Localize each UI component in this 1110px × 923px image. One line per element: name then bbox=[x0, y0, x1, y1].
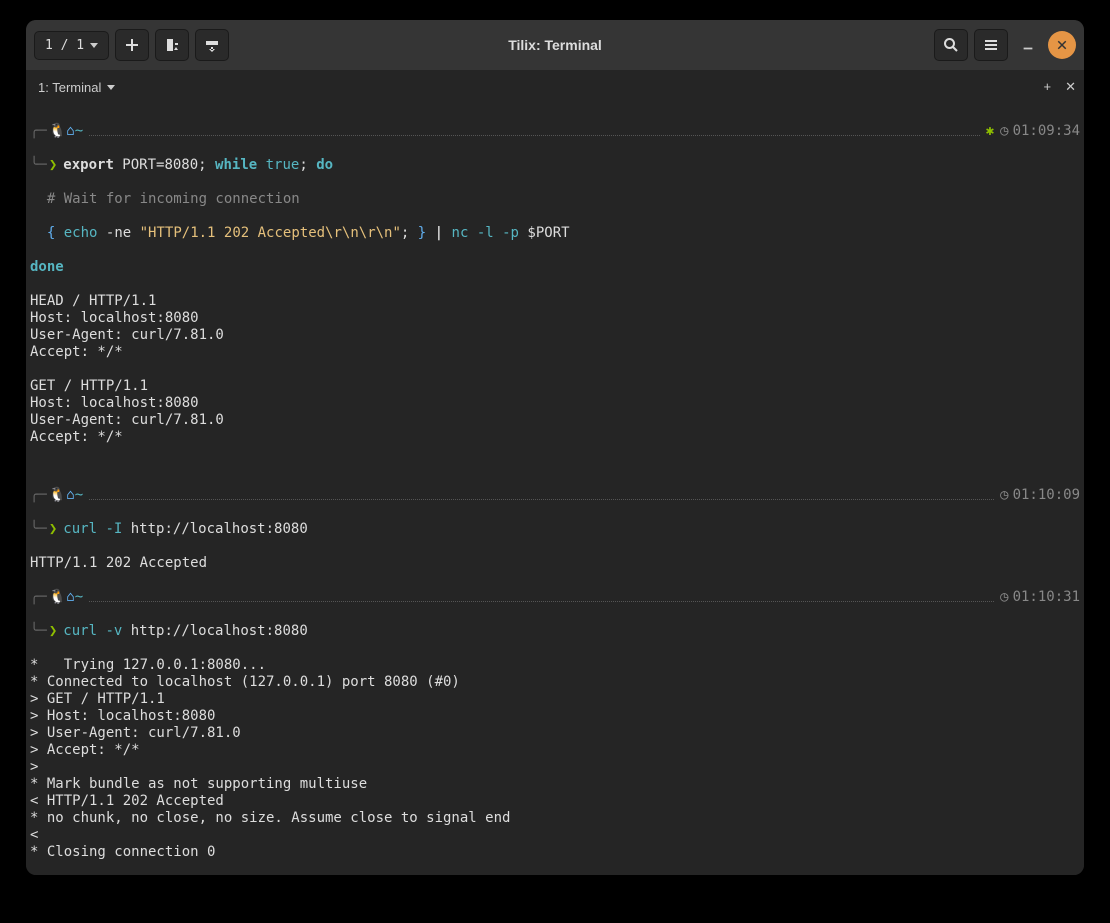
titlebar: 1 / 1 Tilix: Terminal bbox=[26, 20, 1084, 70]
close-icon bbox=[1056, 39, 1068, 51]
chevron-down-icon bbox=[90, 43, 98, 48]
terminal-pane-bottom[interactable]: ╭─🐧 ⌂ ~◷01:10:09 ╰─❯curl -I http://local… bbox=[26, 468, 1084, 875]
close-button[interactable] bbox=[1048, 31, 1076, 59]
penguin-icon: 🐧 bbox=[49, 487, 66, 504]
comment-line: # Wait for incoming connection bbox=[30, 191, 300, 207]
menu-button[interactable] bbox=[974, 29, 1008, 61]
prompt-time: 01:10:09 bbox=[1013, 487, 1080, 504]
prompt-arrow-icon: ❯ bbox=[49, 521, 57, 537]
gear-icon: ✱ bbox=[986, 123, 994, 140]
prompt-time: 01:09:34 bbox=[1013, 123, 1080, 140]
clock-icon: ◷ bbox=[1000, 589, 1008, 606]
minimize-button[interactable] bbox=[1014, 31, 1042, 59]
penguin-icon: 🐧 bbox=[49, 123, 66, 140]
tab-label-text: 1: Terminal bbox=[38, 80, 101, 95]
new-session-button[interactable] bbox=[115, 29, 149, 61]
prompt-dots bbox=[89, 128, 980, 136]
prompt-time: 01:10:31 bbox=[1013, 589, 1080, 606]
done-keyword: done bbox=[30, 259, 64, 275]
session-selector[interactable]: 1 / 1 bbox=[34, 31, 109, 60]
search-button[interactable] bbox=[934, 29, 968, 61]
chevron-down-icon bbox=[107, 85, 115, 90]
window: 1 / 1 Tilix: Terminal bbox=[26, 20, 1084, 875]
session-label: 1 / 1 bbox=[45, 38, 84, 53]
output-text: HEAD / HTTP/1.1 Host: localhost:8080 Use… bbox=[30, 293, 1080, 446]
prompt-bracket-end: ╰─ bbox=[30, 157, 47, 173]
terminal-area: ╭─🐧 ⌂ ~✱◷01:09:34 ╰─❯export PORT=8080; w… bbox=[26, 104, 1084, 875]
plus-icon bbox=[124, 37, 140, 53]
penguin-icon: 🐧 bbox=[49, 589, 66, 606]
split-down-icon bbox=[164, 37, 180, 53]
split-right-icon bbox=[204, 37, 220, 53]
prompt-arrow-icon: ❯ bbox=[49, 157, 57, 173]
output-text: HTTP/1.1 202 Accepted bbox=[30, 555, 1080, 572]
hamburger-icon bbox=[983, 37, 999, 53]
prompt-arrow-icon: ❯ bbox=[49, 623, 57, 639]
split-down-button[interactable] bbox=[155, 29, 189, 61]
close-terminal-button[interactable]: ✕ bbox=[1065, 79, 1076, 95]
home-icon: ⌂ bbox=[66, 123, 74, 140]
split-right-button[interactable] bbox=[195, 29, 229, 61]
search-icon bbox=[943, 37, 959, 53]
tabbar: 1: Terminal + ✕ bbox=[26, 70, 1084, 104]
home-icon: ⌂ bbox=[66, 487, 74, 504]
clock-icon: ◷ bbox=[1000, 487, 1008, 504]
tab-terminal[interactable]: 1: Terminal bbox=[38, 80, 115, 95]
minimize-icon bbox=[1021, 38, 1035, 52]
home-icon: ⌂ bbox=[66, 589, 74, 606]
add-terminal-button[interactable]: + bbox=[1044, 79, 1052, 95]
clock-icon: ◷ bbox=[1000, 123, 1008, 140]
terminal-pane-top[interactable]: ╭─🐧 ⌂ ~✱◷01:09:34 ╰─❯export PORT=8080; w… bbox=[26, 104, 1084, 468]
output-text: * Trying 127.0.0.1:8080... * Connected t… bbox=[30, 657, 1080, 861]
prompt-tilde: ~ bbox=[75, 123, 83, 140]
prompt-bracket: ╭─ bbox=[30, 123, 47, 140]
